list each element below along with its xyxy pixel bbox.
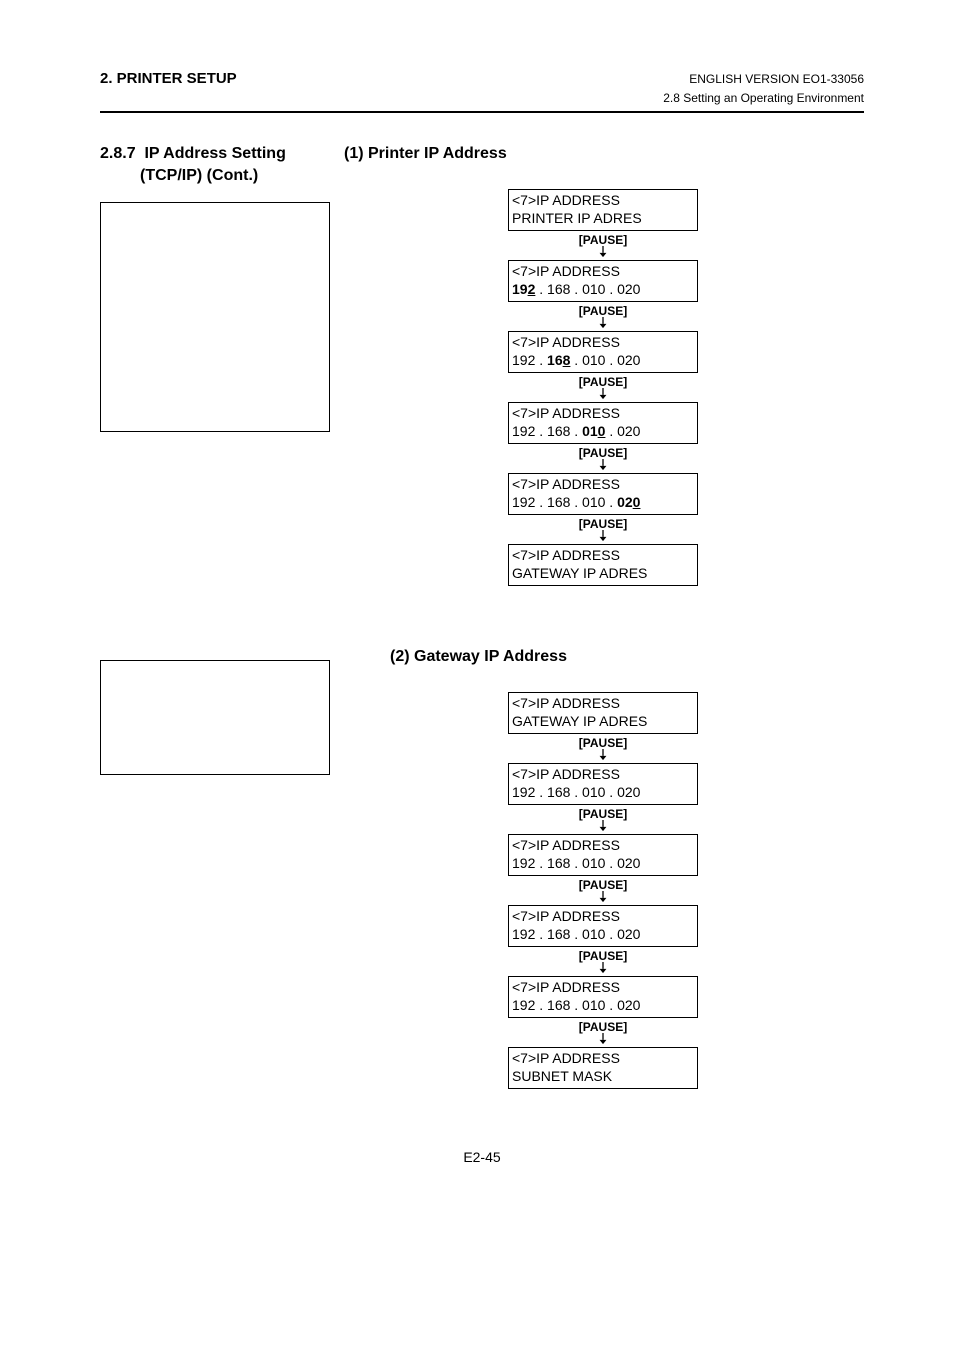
pause-label: [PAUSE] bbox=[508, 1018, 698, 1033]
flow-1: <7>IP ADDRESSPRINTER IP ADRES[PAUSE]<7>I… bbox=[508, 189, 698, 586]
lcd-box: <7>IP ADDRESS192 . 168 . 010 . 020 bbox=[508, 976, 698, 1018]
arrow-down-icon bbox=[508, 388, 698, 400]
pause-label: [PAUSE] bbox=[508, 515, 698, 530]
flow-2: <7>IP ADDRESSGATEWAY IP ADRES[PAUSE]<7>I… bbox=[508, 692, 698, 1089]
sub1-heading: (1) Printer IP Address bbox=[344, 145, 864, 163]
lcd-box: <7>IP ADDRESS192 . 168 . 010 . 020 bbox=[508, 763, 698, 805]
header-sub: 2.8 Setting an Operating Environment bbox=[100, 91, 864, 105]
divider bbox=[100, 111, 864, 113]
arrow-down-icon bbox=[508, 459, 698, 471]
lcd-box: <7>IP ADDRESS192 . 168 . 010 . 020 bbox=[508, 473, 698, 515]
header-left: 2. PRINTER SETUP bbox=[100, 70, 237, 87]
arrow-down-icon bbox=[508, 246, 698, 258]
arrow-down-icon bbox=[508, 1033, 698, 1045]
lcd-box: <7>IP ADDRESS192 . 168 . 010 . 020 bbox=[508, 834, 698, 876]
page-footer: E2-45 bbox=[100, 1149, 864, 1165]
arrow-down-icon bbox=[508, 962, 698, 974]
lcd-box: <7>IP ADDRESS192 . 168 . 010 . 020 bbox=[508, 402, 698, 444]
pause-label: [PAUSE] bbox=[508, 444, 698, 459]
lcd-box: <7>IP ADDRESSSUBNET MASK bbox=[508, 1047, 698, 1089]
section-title: 2.8.7 IP Address Setting (TCP/IP) (Cont.… bbox=[100, 143, 330, 188]
pause-label: [PAUSE] bbox=[508, 734, 698, 749]
arrow-down-icon bbox=[508, 749, 698, 761]
header-right: ENGLISH VERSION EO1-33056 bbox=[689, 72, 864, 86]
pause-label: [PAUSE] bbox=[508, 302, 698, 317]
arrow-down-icon bbox=[508, 530, 698, 542]
pause-label: [PAUSE] bbox=[508, 231, 698, 246]
lcd-box: <7>IP ADDRESSGATEWAY IP ADRES bbox=[508, 692, 698, 734]
note-box-2 bbox=[100, 660, 330, 775]
lcd-box: <7>IP ADDRESS192 . 168 . 010 . 020 bbox=[508, 331, 698, 373]
sub2-heading: (2) Gateway IP Address bbox=[390, 648, 864, 666]
pause-label: [PAUSE] bbox=[508, 947, 698, 962]
arrow-down-icon bbox=[508, 891, 698, 903]
pause-label: [PAUSE] bbox=[508, 805, 698, 820]
lcd-box: <7>IP ADDRESSPRINTER IP ADRES bbox=[508, 189, 698, 231]
pause-label: [PAUSE] bbox=[508, 373, 698, 388]
lcd-box: <7>IP ADDRESSGATEWAY IP ADRES bbox=[508, 544, 698, 586]
arrow-down-icon bbox=[508, 317, 698, 329]
arrow-down-icon bbox=[508, 820, 698, 832]
lcd-box: <7>IP ADDRESS192 . 168 . 010 . 020 bbox=[508, 260, 698, 302]
lcd-box: <7>IP ADDRESS192 . 168 . 010 . 020 bbox=[508, 905, 698, 947]
pause-label: [PAUSE] bbox=[508, 876, 698, 891]
note-box-1 bbox=[100, 202, 330, 432]
